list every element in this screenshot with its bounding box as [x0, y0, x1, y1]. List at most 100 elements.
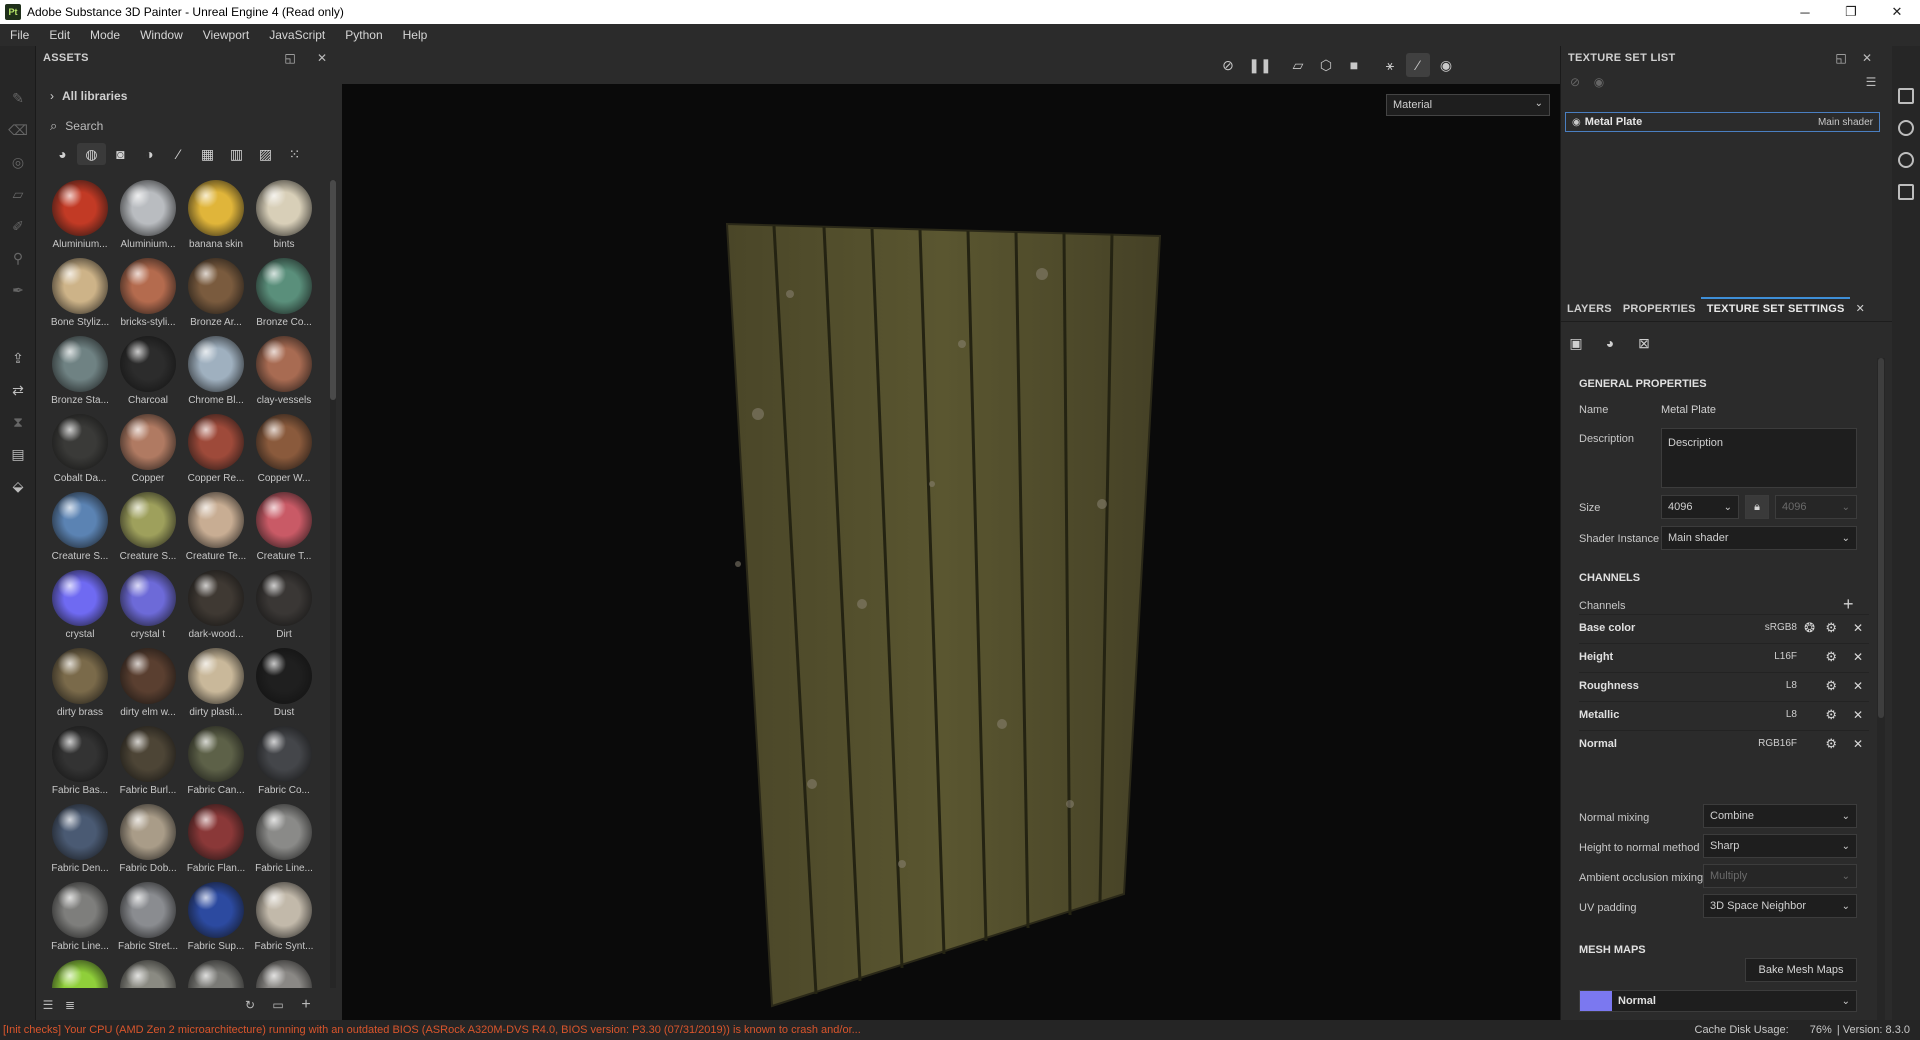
log-icon[interactable]: [1898, 184, 1914, 200]
menu-file[interactable]: File: [0, 28, 39, 42]
asset-item[interactable]: Dirt: [250, 570, 318, 644]
asset-item[interactable]: Fabric Co...: [250, 726, 318, 800]
polygon-fill-tool-icon[interactable]: ▱: [6, 182, 30, 206]
settings-scrollbar[interactable]: [1877, 358, 1885, 1020]
refresh-icon[interactable]: ↻: [242, 997, 258, 1013]
remove-channel-icon[interactable]: ✕: [1853, 737, 1863, 751]
channel-format[interactable]: L16F: [1774, 651, 1797, 662]
height-to-normal-select[interactable]: Sharp ⌄: [1703, 834, 1857, 858]
assets-scrollbar[interactable]: [330, 180, 336, 988]
settings-scrollbar-thumb[interactable]: [1878, 358, 1884, 718]
status-warning-message[interactable]: [Init checks] Your CPU (AMD Zen 2 microa…: [3, 1024, 861, 1036]
shader-settings-icon[interactable]: [1898, 120, 1914, 136]
asset-item[interactable]: Aluminium...: [46, 180, 114, 254]
channel-format[interactable]: RGB16F: [1758, 738, 1797, 749]
remove-channel-icon[interactable]: ✕: [1853, 708, 1863, 722]
asset-item[interactable]: Copper: [114, 414, 182, 488]
maximize-button[interactable]: ❐: [1828, 0, 1874, 24]
3d-view-icon[interactable]: ⬡: [1314, 53, 1338, 77]
color-profile-icon[interactable]: ❂: [1804, 620, 1815, 636]
bake-tool-icon[interactable]: ⇪: [6, 346, 30, 370]
material-icon[interactable]: ◕: [1601, 334, 1619, 352]
asset-item[interactable]: Fabric Line...: [46, 882, 114, 956]
asset-item[interactable]: Bone Styliz...: [46, 258, 114, 332]
2d-view-icon[interactable]: ▱: [1286, 53, 1310, 77]
asset-item[interactable]: dirty brass: [46, 648, 114, 722]
clone-tool-icon[interactable]: ⚲: [6, 246, 30, 270]
gear-icon[interactable]: ⚙: [1825, 649, 1837, 665]
asset-item[interactable]: Creature Te...: [182, 492, 250, 566]
pause-icon[interactable]: ❚❚: [1248, 53, 1272, 77]
add-channel-icon[interactable]: +: [1843, 594, 1854, 615]
asset-item[interactable]: Creature T...: [250, 492, 318, 566]
uv-padding-select[interactable]: 3D Space Neighbor ⌄: [1703, 894, 1857, 918]
asset-item[interactable]: [114, 960, 182, 988]
minimize-button[interactable]: ─: [1782, 0, 1828, 24]
gear-icon[interactable]: ⚙: [1825, 678, 1837, 694]
uv-icon[interactable]: ⊠: [1635, 334, 1653, 352]
asset-item[interactable]: bricks-styli...: [114, 258, 182, 332]
asset-item[interactable]: [182, 960, 250, 988]
menu-help[interactable]: Help: [393, 28, 438, 42]
channel-row[interactable]: Base color sRGB8 ❂ ⚙ ✕: [1579, 614, 1869, 640]
asset-item[interactable]: dirty elm w...: [114, 648, 182, 722]
document-tool-icon[interactable]: ▤: [6, 442, 30, 466]
tab-texture-set-settings[interactable]: TEXTURE SET SETTINGS: [1700, 297, 1850, 321]
filter-smart-materials-icon[interactable]: ◍: [77, 143, 106, 165]
package-tool-icon[interactable]: ⬙: [6, 474, 30, 498]
channel-row[interactable]: Metallic L8 ⚙ ✕: [1579, 701, 1869, 727]
asset-item[interactable]: Bronze Ar...: [182, 258, 250, 332]
add-icon[interactable]: +: [298, 996, 314, 1013]
undock-icon[interactable]: ◱: [1833, 50, 1849, 66]
asset-item[interactable]: Fabric Synt...: [250, 882, 318, 956]
remove-channel-icon[interactable]: ✕: [1853, 650, 1863, 664]
asset-item[interactable]: crystal: [46, 570, 114, 644]
paint-brush-tool-icon[interactable]: ✎: [6, 86, 30, 110]
channel-row[interactable]: Height L16F ⚙ ✕: [1579, 643, 1869, 669]
remove-channel-icon[interactable]: ✕: [1853, 621, 1863, 635]
tab-layers[interactable]: LAYERS: [1561, 303, 1617, 321]
menu-edit[interactable]: Edit: [39, 28, 80, 42]
asset-item[interactable]: Dust: [250, 648, 318, 722]
display-settings-icon[interactable]: [1898, 88, 1914, 104]
asset-item[interactable]: bints: [250, 180, 318, 254]
filter-masks-icon[interactable]: ◙: [106, 143, 135, 165]
asset-item[interactable]: crystal t: [114, 570, 182, 644]
channel-row[interactable]: Normal RGB16F ⚙ ✕: [1579, 730, 1869, 756]
mesh-map-normal-slot[interactable]: Normal ⌄: [1579, 990, 1857, 1012]
history-icon[interactable]: [1898, 152, 1914, 168]
eye-icon[interactable]: ◉: [1572, 117, 1581, 128]
filter-generators-icon[interactable]: ◑: [135, 143, 164, 165]
menu-viewport[interactable]: Viewport: [193, 28, 259, 42]
menu-python[interactable]: Python: [335, 28, 392, 42]
asset-item[interactable]: Fabric Bas...: [46, 726, 114, 800]
folder-icon[interactable]: ▭: [270, 997, 286, 1013]
symmetry-icon[interactable]: ⚹: [1378, 53, 1402, 77]
channel-format[interactable]: sRGB8: [1765, 622, 1797, 633]
visibility-icon[interactable]: ◉: [1591, 74, 1607, 90]
close-panel-icon[interactable]: ✕: [314, 50, 330, 66]
viewport-3d[interactable]: ⊘ ❚❚ ▱ ⬡ ■ ⚹ ⁄ ◉ Material ⌄: [342, 46, 1869, 1021]
library-selector[interactable]: › All libraries: [36, 86, 342, 106]
channel-format[interactable]: L8: [1786, 680, 1797, 691]
description-field[interactable]: Description: [1661, 428, 1857, 488]
asset-item[interactable]: dark-wood...: [182, 570, 250, 644]
asset-item[interactable]: Aluminium...: [114, 180, 182, 254]
remove-channel-icon[interactable]: ✕: [1853, 679, 1863, 693]
close-window-button[interactable]: ✕: [1874, 0, 1920, 24]
menu-mode[interactable]: Mode: [80, 28, 130, 42]
filter-textures-icon[interactable]: ▥: [222, 143, 251, 165]
channel-format[interactable]: L8: [1786, 709, 1797, 720]
undock-icon[interactable]: ◱: [282, 50, 298, 66]
asset-item[interactable]: Fabric Dob...: [114, 804, 182, 878]
filter-particles-icon[interactable]: ▦: [193, 143, 222, 165]
menu-javascript[interactable]: JavaScript: [259, 28, 335, 42]
export-tool-icon[interactable]: ⇄: [6, 378, 30, 402]
eraser-tool-icon[interactable]: ⌫: [6, 118, 30, 142]
projection-tool-icon[interactable]: ◎: [6, 150, 30, 174]
hourglass-tool-icon[interactable]: ⧗: [6, 410, 30, 434]
menu-window[interactable]: Window: [130, 28, 193, 42]
filter-list-icon[interactable]: ≣: [62, 997, 78, 1013]
asset-item[interactable]: Copper Re...: [182, 414, 250, 488]
close-tab-icon[interactable]: ✕: [1850, 302, 1870, 321]
